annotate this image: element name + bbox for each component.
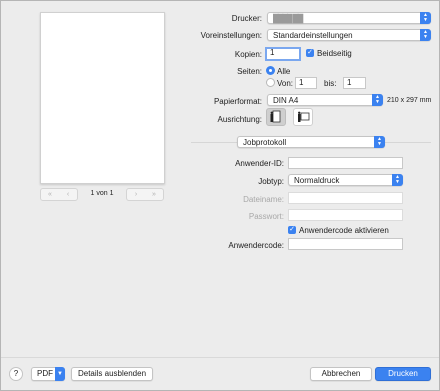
presets-value: Standardeinstellungen bbox=[273, 31, 353, 40]
user-id-input[interactable] bbox=[288, 157, 403, 169]
usercode-label: Anwendercode: bbox=[228, 241, 284, 250]
password-input[interactable] bbox=[288, 209, 403, 221]
portrait-orientation-icon bbox=[270, 110, 281, 123]
updown-arrows-icon: ▲ ▼ bbox=[374, 136, 385, 148]
duplex-checkbox[interactable]: ✓ bbox=[306, 49, 314, 57]
updown-arrows-icon: ▲ ▼ bbox=[372, 94, 383, 106]
updown-arrows-icon: ▲ ▼ bbox=[420, 12, 431, 24]
chevron-down-icon: ▼ bbox=[55, 367, 65, 381]
landscape-orientation-icon bbox=[298, 111, 310, 122]
pages-label: Seiten: bbox=[237, 67, 262, 76]
pager-back-group: « ‹ bbox=[40, 188, 78, 201]
filename-input[interactable] bbox=[288, 192, 403, 204]
paper-select[interactable]: DIN A4 ▲ ▼ bbox=[267, 94, 383, 106]
cancel-button[interactable]: Abbrechen bbox=[310, 367, 372, 381]
duplex-label: Beidseitig bbox=[317, 49, 352, 58]
updown-arrows-icon: ▲ ▼ bbox=[420, 29, 431, 41]
usercode-checkbox[interactable]: ✓ bbox=[288, 226, 296, 234]
paper-value: DIN A4 bbox=[273, 96, 299, 105]
copies-label: Kopien: bbox=[234, 50, 262, 59]
landscape-button[interactable] bbox=[293, 108, 313, 126]
pages-to-label: bis: bbox=[324, 79, 337, 88]
updown-arrows-icon: ▲ ▼ bbox=[392, 174, 403, 186]
prev-page-icon[interactable]: ‹ bbox=[59, 189, 77, 200]
pages-range-radio[interactable] bbox=[266, 78, 275, 87]
print-button[interactable]: Drucken bbox=[375, 367, 431, 381]
presets-select[interactable]: Standardeinstellungen ▲ ▼ bbox=[267, 29, 431, 41]
copies-input[interactable]: 1 bbox=[265, 47, 301, 61]
pages-to-input[interactable]: 1 bbox=[343, 77, 366, 89]
pages-from-label: Von: bbox=[277, 79, 294, 88]
section-value: Jobprotokoll bbox=[243, 138, 287, 147]
pages-all-label: Alle bbox=[277, 67, 291, 76]
presets-label: Voreinstellungen: bbox=[200, 31, 262, 40]
portrait-button[interactable] bbox=[266, 108, 286, 126]
printer-label: Drucker: bbox=[231, 14, 262, 23]
job-type-value: Normaldruck bbox=[294, 176, 340, 185]
job-type-label: Jobtyp: bbox=[258, 177, 284, 186]
user-id-label: Anwender-ID: bbox=[235, 159, 284, 168]
hide-details-button[interactable]: Details ausblenden bbox=[71, 367, 153, 381]
password-label: Passwort: bbox=[248, 212, 284, 221]
printer-name: ████ ██ bbox=[273, 14, 303, 23]
first-page-icon[interactable]: « bbox=[41, 189, 59, 200]
job-type-select[interactable]: Normaldruck ▲ ▼ bbox=[288, 174, 403, 186]
usercode-checkbox-label: Anwendercode aktivieren bbox=[299, 226, 389, 235]
pager-forward-group: › » bbox=[126, 188, 164, 201]
printer-select[interactable]: ████ ██ ▲ ▼ bbox=[267, 12, 431, 24]
page-indicator: 1 von 1 bbox=[90, 190, 114, 197]
footer-separator bbox=[1, 357, 439, 358]
next-page-icon[interactable]: › bbox=[127, 189, 145, 200]
paper-dimensions: 210 x 297 mm bbox=[387, 97, 432, 104]
filename-label: Dateiname: bbox=[243, 195, 284, 204]
help-button[interactable]: ? bbox=[9, 367, 23, 381]
page-preview bbox=[40, 12, 165, 184]
pages-from-input[interactable]: 1 bbox=[295, 77, 317, 89]
section-select[interactable]: Jobprotokoll ▲ ▼ bbox=[237, 136, 385, 148]
usercode-input[interactable] bbox=[288, 238, 403, 250]
pages-all-radio[interactable] bbox=[266, 66, 275, 75]
orientation-label: Ausrichtung: bbox=[217, 115, 262, 124]
paper-label: Papierformat: bbox=[213, 97, 262, 106]
pdf-label: PDF bbox=[37, 369, 53, 378]
pdf-button[interactable]: PDF ▼ bbox=[31, 367, 65, 381]
print-dialog: « ‹ 1 von 1 › » Drucker: ████ ██ ▲ ▼ Vore… bbox=[0, 0, 440, 391]
last-page-icon[interactable]: » bbox=[145, 189, 163, 200]
